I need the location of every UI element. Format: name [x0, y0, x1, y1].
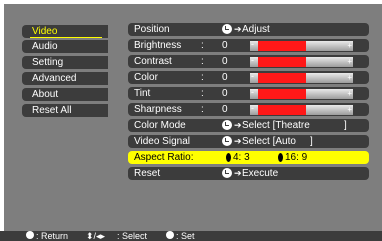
brightness-slider[interactable]: - + [250, 39, 353, 51]
esc-icon [26, 231, 34, 239]
slider-fill [258, 57, 306, 67]
footer-set: : Set [176, 231, 195, 241]
row-brightness[interactable]: Brightness : 0 - + [128, 39, 369, 52]
sharpness-slider[interactable]: - + [250, 103, 353, 115]
row-action: Select [Theatre [242, 120, 310, 131]
minus-icon: - [251, 39, 254, 49]
row-color[interactable]: Color : 0 - + [128, 71, 369, 84]
row-reset[interactable]: Reset ➔ Execute [128, 167, 369, 180]
row-label: Color Mode [134, 120, 186, 131]
row-label: Reset [134, 168, 161, 179]
row-value: 0 [222, 88, 228, 99]
contrast-slider[interactable]: - + [250, 55, 353, 67]
row-label: Video Signal [134, 136, 190, 147]
row-label: Tint [134, 88, 151, 99]
plus-icon: + [347, 89, 352, 98]
enter-icon [166, 231, 174, 239]
menu-item-reset-all[interactable]: Reset All [22, 104, 108, 117]
footer-return: : Return [36, 231, 69, 241]
arrow-right-icon: ➔ [234, 120, 242, 130]
tint-slider[interactable]: - + [250, 87, 353, 99]
minus-icon: - [251, 55, 254, 65]
arrow-right-icon: ➔ [234, 136, 242, 146]
enter-icon [222, 120, 232, 130]
menu-item-setting[interactable]: Setting [22, 56, 108, 69]
minus-icon: - [251, 71, 254, 81]
row-label: Position [134, 24, 170, 35]
radio-selected-icon[interactable] [226, 153, 231, 162]
aspect-option-16-9[interactable]: 16: 9 [285, 151, 307, 164]
row-value: 0 [222, 40, 228, 51]
select-arrows-icon: ⬍/◂▸ [86, 231, 106, 241]
minus-icon: - [251, 87, 254, 97]
row-aspect-ratio[interactable]: Aspect Ratio: 4: 3 16: 9 [128, 151, 369, 164]
row-action: Adjust [242, 24, 270, 35]
slider-fill [258, 89, 306, 99]
menu-item-video[interactable]: Video [22, 25, 108, 38]
row-label: Sharpness [134, 104, 182, 115]
row-label: Aspect Ratio: [134, 152, 194, 163]
row-value: 0 [222, 104, 228, 115]
slider-fill [258, 105, 306, 115]
arrow-right-icon: ➔ [234, 24, 242, 34]
enter-icon [222, 168, 232, 178]
menu-item-advanced[interactable]: Advanced [22, 72, 108, 85]
row-sharpness[interactable]: Sharpness : 0 - + [128, 103, 369, 116]
arrow-right-icon: ➔ [234, 168, 242, 178]
aspect-option-4-3[interactable]: 4: 3 [233, 151, 250, 164]
row-label: Color [134, 72, 158, 83]
color-slider[interactable]: - + [250, 71, 353, 83]
plus-icon: + [347, 41, 352, 50]
slider-fill [258, 73, 306, 83]
row-position[interactable]: Position ➔ Adjust [128, 23, 369, 36]
enter-icon [222, 24, 232, 34]
minus-icon: - [251, 103, 254, 113]
footer-select: : Select [117, 231, 148, 241]
menu-item-about[interactable]: About [22, 88, 108, 101]
row-label: Brightness [134, 40, 182, 51]
row-value: 0 [222, 56, 228, 67]
footer-help-bar: : Return ⬍/◂▸ : Select : Set [0, 231, 382, 241]
radio-icon[interactable] [278, 153, 283, 162]
row-label: Contrast [134, 56, 172, 67]
row-contrast[interactable]: Contrast : 0 - + [128, 55, 369, 68]
row-action: Execute [242, 168, 279, 179]
enter-icon [222, 136, 232, 146]
row-action: Select [Auto [242, 136, 296, 147]
row-color-mode[interactable]: Color Mode ➔ Select [Theatre ] [128, 119, 369, 132]
row-value: 0 [222, 72, 228, 83]
plus-icon: + [347, 57, 352, 66]
row-video-signal[interactable]: Video Signal ➔ Select [Auto ] [128, 135, 369, 148]
menu-item-audio[interactable]: Audio [22, 40, 108, 53]
plus-icon: + [347, 105, 352, 114]
video-settings-panel: Position ➔ Adjust Brightness : 0 - + Con… [128, 23, 373, 184]
slider-fill [258, 41, 306, 51]
row-tint[interactable]: Tint : 0 - + [128, 87, 369, 100]
plus-icon: + [347, 73, 352, 82]
